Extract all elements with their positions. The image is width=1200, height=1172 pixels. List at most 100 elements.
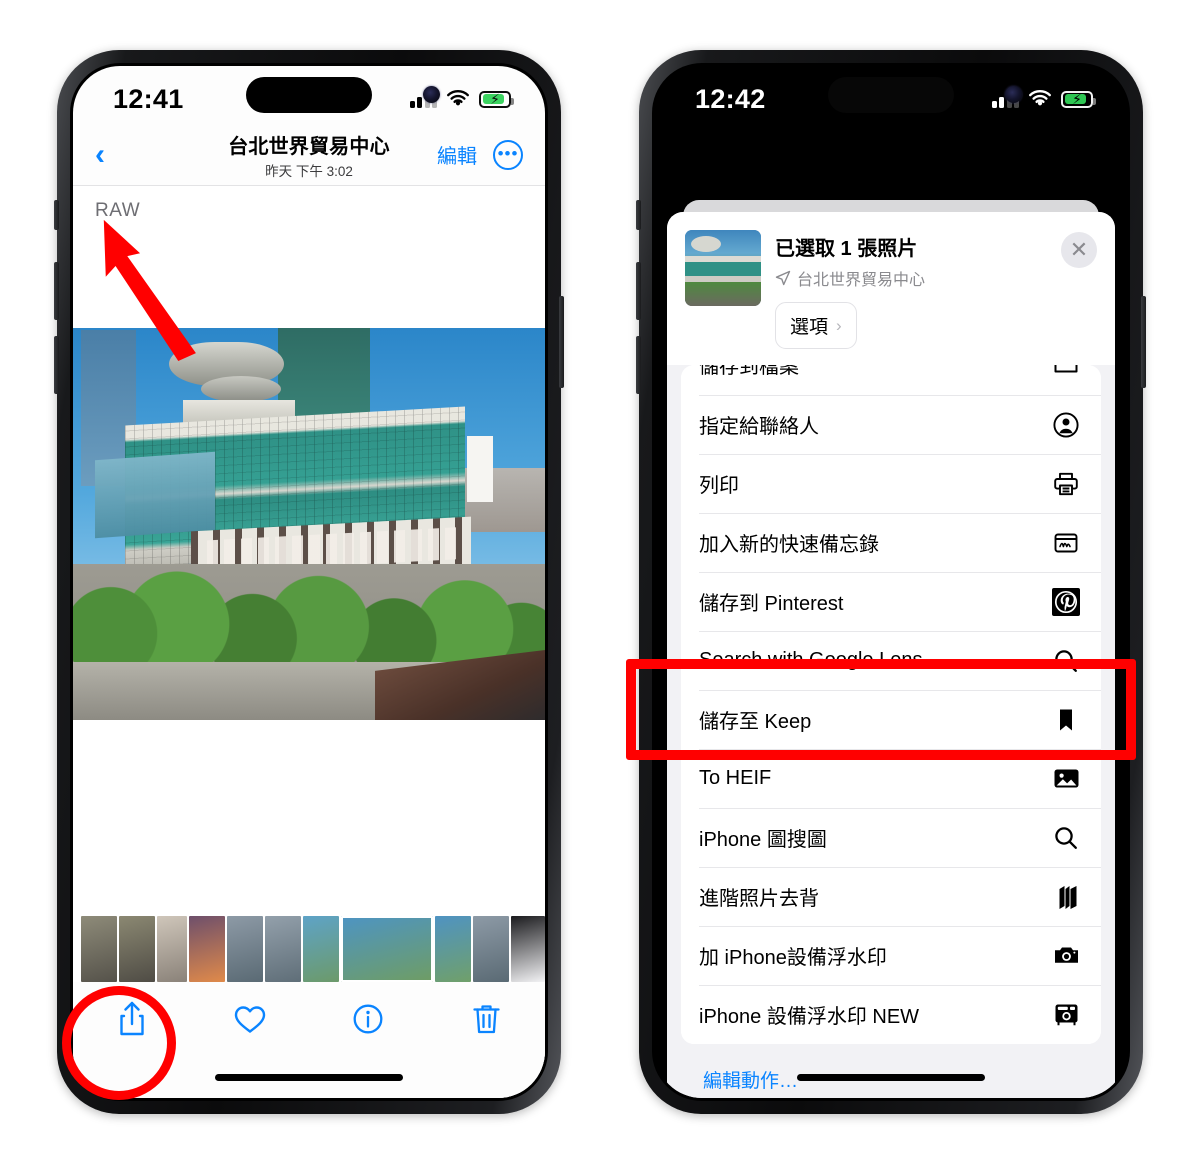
share-action-row[interactable]: 進階照片去背 <box>681 867 1101 926</box>
phone-right-screen: 12:42 ⚡ 已選取 1 張照片 台北世界貿易中心 選項 › ✕ 儲存到檔案 … <box>655 66 1127 1098</box>
magnifier-icon <box>1049 648 1083 674</box>
share-action-row[interactable]: 儲存到檔案 <box>681 365 1101 395</box>
share-sheet-view: 12:42 ⚡ 已選取 1 張照片 台北世界貿易中心 選項 › ✕ 儲存到檔案 … <box>655 66 1127 1098</box>
magnifier-icon <box>1049 825 1083 851</box>
share-sheet-title: 已選取 1 張照片 <box>775 238 918 260</box>
thumb-3[interactable] <box>157 916 187 982</box>
battery-charging-icon: ⚡ <box>479 90 514 108</box>
share-action-row[interactable]: To HEIF <box>681 749 1101 808</box>
dynamic-island <box>246 77 372 113</box>
volume-up-button[interactable] <box>54 262 59 320</box>
thumb-4[interactable] <box>189 916 225 982</box>
thumb-6[interactable] <box>265 916 301 982</box>
volume-down-button[interactable] <box>54 336 59 394</box>
person-circle-icon <box>1049 411 1083 438</box>
chevron-left-icon[interactable]: ‹ <box>95 139 135 170</box>
share-action-label: iPhone 設備浮水印 NEW <box>699 1006 920 1028</box>
power-button[interactable] <box>559 296 564 388</box>
share-action-label: Search with Google Lens <box>699 649 923 671</box>
phone-left-bezel: 12:41 ⚡ ‹ 台北世界貿易中心 昨天 下午 3:02 編輯 ••• RAW <box>70 63 548 1101</box>
share-action-label: 進階照片去背 <box>699 888 819 910</box>
mute-switch[interactable] <box>54 200 59 230</box>
photo-image[interactable] <box>73 328 545 720</box>
share-action-row[interactable]: iPhone 圖搜圖 <box>681 808 1101 867</box>
battery-charging-icon: ⚡ <box>1061 90 1096 108</box>
layers-icon <box>1049 883 1083 910</box>
share-actions-list[interactable]: 儲存到檔案指定給聯絡人 列印加入新的快速備忘錄 儲存到 Pinterest Searc… <box>667 365 1115 1098</box>
share-action-row[interactable]: 列印 <box>681 454 1101 513</box>
thumb-11[interactable] <box>511 916 545 982</box>
volume-down-button-right[interactable] <box>636 336 641 394</box>
thumb-selected[interactable] <box>341 916 433 982</box>
home-indicator <box>215 1074 403 1081</box>
share-action-label: 儲存到 Pinterest <box>699 593 844 615</box>
camera-icon <box>1049 942 1083 969</box>
share-action-row[interactable]: 指定給聯絡人 <box>681 395 1101 454</box>
share-action-row[interactable]: iPhone 設備浮水印 NEW <box>681 985 1101 1044</box>
bookmark-icon <box>1049 707 1083 733</box>
nav-right-actions: 編輯 ••• <box>437 139 523 170</box>
edit-button[interactable]: 編輯 <box>437 140 477 169</box>
phone-left-photos-app: 12:41 ⚡ ‹ 台北世界貿易中心 昨天 下午 3:02 編輯 ••• RAW <box>54 50 564 1114</box>
options-label: 選項 <box>790 317 829 338</box>
trash-icon[interactable] <box>458 996 514 1042</box>
share-action-row[interactable]: 加入新的快速備忘錄 <box>681 513 1101 572</box>
edit-actions-button[interactable]: 編輯動作… <box>681 1044 1101 1093</box>
share-action-label: 加 iPhone設備浮水印 <box>699 947 887 969</box>
info-circle-icon[interactable] <box>340 996 396 1042</box>
photo-viewer[interactable]: RAW <box>73 186 545 1098</box>
power-button-right[interactable] <box>1141 296 1146 388</box>
selected-photo-thumbnail[interactable] <box>685 230 761 306</box>
share-sheet-location: 台北世界貿易中心 <box>775 266 1097 290</box>
wifi-icon <box>1028 90 1052 108</box>
printer-icon <box>1049 471 1083 497</box>
location-arrow-icon <box>775 270 791 286</box>
share-action-label: 儲存到檔案 <box>699 365 799 378</box>
mute-switch-right[interactable] <box>636 200 641 230</box>
status-bar-right: 12:42 ⚡ <box>655 66 1127 124</box>
folder-icon <box>1049 365 1083 376</box>
dynamic-island-right <box>828 77 954 113</box>
status-bar-left: 12:41 ⚡ <box>73 66 545 124</box>
share-icon[interactable] <box>104 996 160 1042</box>
volume-up-button-right[interactable] <box>636 262 641 320</box>
quick-note-icon <box>1049 530 1083 556</box>
ellipsis-circle-icon[interactable]: ••• <box>493 139 523 170</box>
status-time-right: 12:42 <box>695 83 766 114</box>
thumb-1[interactable] <box>81 916 117 982</box>
close-icon[interactable]: ✕ <box>1061 232 1097 268</box>
share-action-row[interactable]: 加 iPhone設備浮水印 <box>681 926 1101 985</box>
raw-badge: RAW <box>95 200 141 221</box>
pinterest-icon <box>1049 587 1083 616</box>
photos-detail-view: 12:41 ⚡ ‹ 台北世界貿易中心 昨天 下午 3:02 編輯 ••• RAW <box>73 66 545 1098</box>
heart-icon[interactable] <box>222 996 278 1042</box>
share-sheet-info: 已選取 1 張照片 台北世界貿易中心 選項 › <box>775 230 1097 349</box>
thumb-7[interactable] <box>303 916 339 982</box>
screenshot-stage: 12:41 ⚡ ‹ 台北世界貿易中心 昨天 下午 3:02 編輯 ••• RAW… <box>0 0 1200 1172</box>
status-time: 12:41 <box>113 83 184 114</box>
photos-navigation-bar: ‹ 台北世界貿易中心 昨天 下午 3:02 編輯 ••• <box>73 124 545 186</box>
share-action-label: 指定給聯絡人 <box>699 416 819 438</box>
thumb-10[interactable] <box>473 916 509 982</box>
front-camera-lens <box>423 86 440 103</box>
thumb-5[interactable] <box>227 916 263 982</box>
share-actions-card: 儲存到檔案指定給聯絡人 列印加入新的快速備忘錄 儲存到 Pinterest Searc… <box>681 365 1101 1044</box>
camera-box-icon <box>1049 1001 1083 1028</box>
share-action-label: To HEIF <box>699 767 772 789</box>
activity-share-sheet: 已選取 1 張照片 台北世界貿易中心 選項 › ✕ 儲存到檔案 指定給聯絡人 列… <box>667 212 1115 1098</box>
thumb-2[interactable] <box>119 916 155 982</box>
share-action-row[interactable]: 儲存至 Keep <box>681 690 1101 749</box>
share-action-row[interactable]: 儲存到 Pinterest <box>681 572 1101 631</box>
share-action-label: iPhone 圖搜圖 <box>699 829 827 851</box>
thumb-9[interactable] <box>435 916 471 982</box>
photo-icon <box>1049 765 1083 792</box>
share-action-label: 儲存至 Keep <box>699 711 812 733</box>
phone-right-share-sheet: 12:42 ⚡ 已選取 1 張照片 台北世界貿易中心 選項 › ✕ 儲存到檔案 … <box>636 50 1146 1114</box>
photo-thumbnail-strip[interactable] <box>73 916 545 982</box>
share-action-label: 加入新的快速備忘錄 <box>699 534 879 556</box>
share-action-row[interactable]: Search with Google Lens <box>681 631 1101 690</box>
chevron-right-icon: › <box>836 315 842 335</box>
share-action-label: 列印 <box>699 475 739 497</box>
home-indicator-right <box>797 1074 985 1081</box>
options-button[interactable]: 選項 › <box>775 302 857 349</box>
